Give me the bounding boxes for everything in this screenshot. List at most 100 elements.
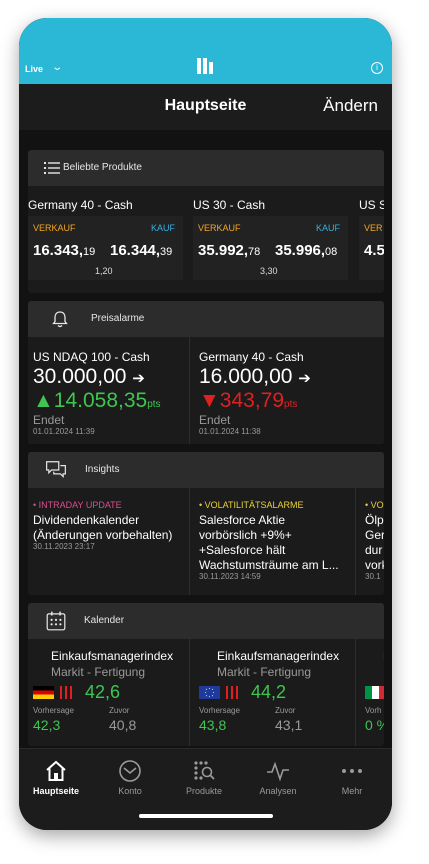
calendar-card: Kalender Einkaufsmanagerindex Markit - F…: [28, 603, 384, 746]
alert-change-down: ▼343,79pts: [199, 389, 298, 412]
insight-line: Wachstumsträume am L...: [199, 558, 339, 572]
spread-value: 1,20: [95, 266, 113, 276]
insight-tile[interactable]: • VOLATILITÄTSALARME Salesforce Aktie vo…: [194, 488, 354, 595]
environment-label[interactable]: Live: [25, 64, 43, 74]
alert-change-up: ▲14.058,35pts: [33, 389, 161, 412]
event-name: E: [383, 649, 384, 663]
brand-bar: Live ⌄ i: [19, 18, 392, 84]
previous-label: Zuvor: [109, 706, 130, 715]
buy-label: KAUF: [316, 223, 341, 233]
insight-date: 30.11.2023 14:59: [199, 572, 261, 581]
insight-tag: • VOLATILITÄTSALARME: [199, 500, 304, 510]
gauge-icon: [119, 760, 141, 782]
popular-products-title: Beliebte Produkte: [63, 162, 142, 173]
insight-line: +Salesforce hält: [199, 543, 286, 557]
tab-account[interactable]: Konto: [93, 749, 167, 809]
sell-price[interactable]: 35.992,78: [198, 242, 260, 259]
divider: [189, 639, 190, 746]
phone-screen: Live ⌄ i Hauptseite Ändern Beliebte Prod…: [19, 18, 392, 830]
search-grid-icon: [194, 761, 215, 780]
chat-bubbles-icon: [46, 461, 66, 479]
list-icon: [44, 162, 60, 174]
event-forecast: 42,3: [33, 717, 61, 733]
calendar-icon: [46, 611, 66, 631]
product-tile[interactable]: Germany 40 - Cash VERKAUF KAUF 16.343,19…: [28, 186, 188, 293]
insight-line: Dividendenkalender: [33, 513, 140, 527]
home-icon: [46, 760, 66, 781]
sell-price[interactable]: 16.343,19: [33, 242, 95, 259]
insight-tile[interactable]: • VO Ölp Ger dur vork 30.1: [360, 488, 384, 595]
buy-price[interactable]: 16.344,39: [110, 242, 172, 259]
alert-target-price: 16.000,00 ➔: [199, 365, 311, 388]
calendar-title: Kalender: [84, 615, 125, 626]
insights-card: Insights • INTRADAY UPDATE Dividendenkal…: [28, 452, 384, 595]
event-name: Einkaufsmanagerindex: [51, 649, 174, 663]
insight-line: Salesforce Aktie: [199, 513, 286, 527]
event-name: Einkaufsmanagerindex: [217, 649, 340, 663]
product-name: Germany 40 - Cash: [28, 198, 133, 212]
sell-price[interactable]: 4.5: [364, 242, 384, 259]
home-indicator: [139, 814, 273, 818]
buy-label: KAUF: [151, 223, 176, 233]
tab-label: Produkte: [185, 786, 223, 796]
event-previous: 43,1: [275, 717, 303, 733]
arrow-right-icon: ➔: [132, 370, 145, 387]
sell-label: VER: [364, 223, 383, 233]
product-name: US S: [359, 198, 384, 212]
event-previous: 40,8: [109, 717, 137, 733]
forecast-label: Vorh: [365, 706, 382, 715]
popular-products-header[interactable]: Beliebte Produkte: [28, 150, 384, 186]
event-forecast: 0 %: [365, 717, 384, 733]
alert-tile[interactable]: Germany 40 - Cash 16.000,00 ➔ ▼343,79pts…: [194, 337, 354, 444]
insight-date: 30.1: [365, 572, 381, 581]
chevron-down-icon[interactable]: ⌄: [51, 62, 63, 73]
tab-more[interactable]: Mehr: [315, 749, 389, 809]
divider: [189, 337, 190, 444]
insight-line: vorbörslich +9%+: [199, 528, 292, 542]
calendar-event-tile[interactable]: Einkaufsmanagerindex Markit - Fertigung …: [194, 639, 354, 746]
calendar-event-tile[interactable]: E Vorh 0 %: [360, 639, 384, 746]
insights-title: Insights: [85, 464, 120, 475]
product-tile[interactable]: US S VER 4.5: [359, 186, 384, 293]
insight-tag: • VO: [365, 500, 384, 510]
alert-date: 01.01.2024 11:38: [199, 427, 261, 436]
event-source: Markit - Fertigung: [51, 665, 146, 679]
price-alerts-header[interactable]: Preisalarme: [28, 301, 384, 337]
alert-status: Endet: [33, 413, 65, 427]
event-actual: 44,2: [251, 682, 287, 702]
info-icon[interactable]: i: [371, 62, 383, 74]
sell-label: VERKAUF: [198, 223, 241, 233]
product-name: US 30 - Cash: [193, 198, 266, 212]
insight-date: 30.11.2023 23:17: [33, 542, 95, 551]
forecast-label: Vorhersage: [33, 706, 74, 715]
calendar-header[interactable]: Kalender: [28, 603, 384, 639]
tab-label: Konto: [118, 786, 142, 796]
more-dots-icon: [342, 769, 362, 773]
insight-tag: • INTRADAY UPDATE: [33, 500, 122, 510]
insight-line: vork: [365, 558, 384, 572]
home-feed[interactable]: Beliebte Produkte Germany 40 - Cash VERK…: [19, 130, 392, 748]
calendar-event-tile[interactable]: Einkaufsmanagerindex Markit - Fertigung …: [28, 639, 188, 746]
event-actual: 42,6: [85, 682, 121, 702]
buy-price[interactable]: 35.996,08: [275, 242, 337, 259]
brand-logo-icon: [197, 58, 215, 74]
divider: [355, 639, 356, 746]
tab-home[interactable]: Hauptseite: [19, 749, 93, 809]
insights-header[interactable]: Insights: [28, 452, 384, 488]
popular-products-card: Beliebte Produkte Germany 40 - Cash VERK…: [28, 150, 384, 293]
product-tile[interactable]: US 30 - Cash VERKAUF KAUF 35.992,78 35.9…: [193, 186, 353, 293]
alert-tile[interactable]: US NDAQ 100 - Cash 30.000,00 ➔ ▲14.058,3…: [28, 337, 188, 444]
insight-tile[interactable]: • INTRADAY UPDATE Dividendenkalender (Än…: [28, 488, 188, 595]
tab-products[interactable]: Produkte: [167, 749, 241, 809]
flag-italy-icon: [365, 686, 384, 699]
edit-button[interactable]: Ändern: [323, 96, 378, 116]
insight-line: (Änderungen vorbehalten): [33, 528, 173, 542]
tab-analyses[interactable]: Analysen: [241, 749, 315, 809]
pulse-icon: [267, 761, 289, 782]
bell-icon: [52, 311, 68, 328]
flag-eu-icon: [199, 686, 220, 699]
spread-value: 3,30: [260, 266, 278, 276]
alert-status: Endet: [199, 413, 231, 427]
navigation-bar: Hauptseite Ändern: [19, 84, 392, 130]
insight-line: dur: [365, 543, 383, 557]
